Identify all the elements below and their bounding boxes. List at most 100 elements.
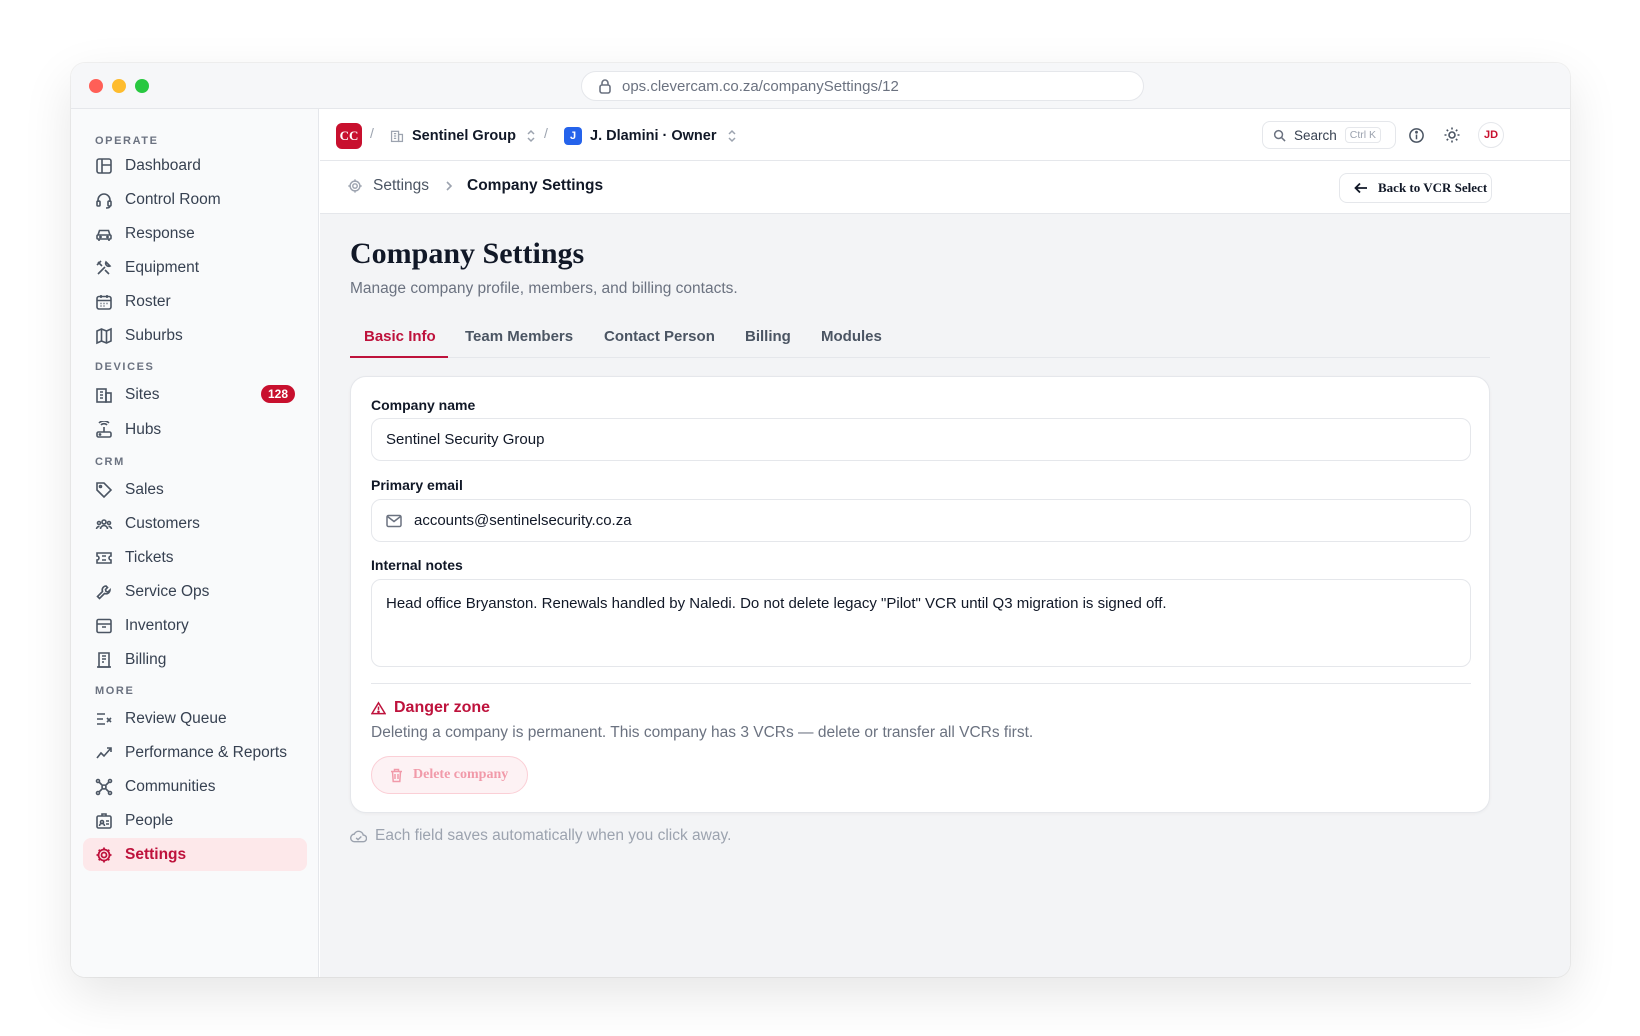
- back-button-label: Back to VCR Select: [1378, 180, 1488, 195]
- sidebar: OPERATE Dashboard Control Room Response …: [71, 109, 319, 977]
- section-label-devices: DEVICES: [95, 361, 155, 373]
- page-title: Company Settings: [350, 237, 585, 270]
- sidebar-item-response[interactable]: Response: [83, 217, 307, 250]
- browser-titlebar: ops.clevercam.co.za/companySettings/12: [71, 63, 1570, 109]
- section-label-more: MORE: [95, 685, 135, 697]
- breadcrumb: Settings Company Settings: [347, 177, 603, 195]
- sidebar-item-suburbs[interactable]: Suburbs: [83, 319, 307, 352]
- gear-icon: [348, 179, 362, 193]
- sidebar-item-dashboard[interactable]: Dashboard: [83, 149, 307, 182]
- breadcrumb-settings-link[interactable]: Settings: [373, 177, 429, 195]
- sidebar-item-label: Service Ops: [125, 582, 210, 600]
- archive-icon: [96, 618, 112, 633]
- delete-company-button[interactable]: Delete company: [371, 756, 528, 794]
- tab-team-members[interactable]: Team Members: [465, 328, 573, 345]
- search-label: Search: [1294, 127, 1337, 143]
- mail-icon: [386, 514, 402, 527]
- danger-zone-description: Deleting a company is permanent. This co…: [371, 724, 1034, 741]
- breadcrumb-separator: /: [544, 125, 548, 141]
- sidebar-item-roster[interactable]: Roster: [83, 285, 307, 318]
- sidebar-item-settings[interactable]: Settings: [83, 838, 307, 871]
- internal-notes-label: Internal notes: [371, 557, 463, 573]
- maximize-window-button[interactable]: [135, 79, 149, 93]
- chevron-right-icon: [446, 181, 453, 191]
- chevron-updown-icon: [527, 129, 535, 143]
- tab-basic-info[interactable]: Basic Info: [364, 328, 436, 345]
- gear-icon: [96, 847, 112, 862]
- sidebar-item-sites[interactable]: Sites 128: [83, 378, 307, 411]
- company-name-value: Sentinel Security Group: [386, 431, 545, 448]
- id-badge-icon: [96, 812, 112, 829]
- section-divider: [371, 683, 1471, 684]
- top-bar: CC / Sentinel Group / J J. Dlamini · Own…: [320, 109, 1570, 161]
- brand-logo[interactable]: CC: [336, 123, 362, 149]
- org-name: Sentinel Group: [412, 128, 516, 144]
- primary-email-input[interactable]: accounts@sentinelsecurity.co.za: [371, 499, 1471, 542]
- user-switcher[interactable]: J J. Dlamini · Owner: [564, 123, 737, 149]
- sidebar-item-control-room[interactable]: Control Room: [83, 183, 307, 216]
- primary-email-value: accounts@sentinelsecurity.co.za: [414, 512, 632, 529]
- sidebar-item-label: Settings: [125, 845, 187, 863]
- tab-contact-person[interactable]: Contact Person: [604, 328, 715, 345]
- danger-zone-heading: Danger zone: [371, 699, 490, 717]
- sidebar-item-label: Suburbs: [125, 326, 183, 344]
- sidebar-item-label: Dashboard: [125, 156, 201, 174]
- user-initial-badge: J: [564, 127, 582, 145]
- search-shortcut: Ctrl K: [1344, 127, 1382, 143]
- network-icon: [95, 778, 113, 795]
- minimize-window-button[interactable]: [112, 79, 126, 93]
- sidebar-item-label: Sales: [125, 480, 164, 498]
- sidebar-item-performance-reports[interactable]: Performance & Reports: [83, 736, 307, 769]
- sidebar-item-service-ops[interactable]: Service Ops: [83, 575, 307, 608]
- sidebar-item-label: Customers: [125, 514, 200, 532]
- headset-icon: [96, 192, 112, 209]
- company-name-input[interactable]: Sentinel Security Group: [371, 418, 1471, 461]
- sidebar-item-label: Performance & Reports: [125, 743, 287, 761]
- sidebar-item-label: Sites: [125, 385, 160, 403]
- sidebar-item-tickets[interactable]: Tickets: [83, 541, 307, 574]
- org-switcher[interactable]: Sentinel Group: [390, 123, 536, 149]
- sidebar-item-communities[interactable]: Communities: [83, 770, 307, 803]
- list-check-icon: [97, 712, 112, 725]
- building-icon: [96, 387, 112, 403]
- danger-zone-title: Danger zone: [394, 699, 491, 716]
- info-button[interactable]: [1406, 125, 1426, 145]
- active-tab-indicator: [350, 356, 448, 358]
- sidebar-item-label: Inventory: [125, 616, 189, 634]
- arrow-left-icon: [1354, 182, 1367, 194]
- sites-count-badge: 128: [260, 385, 295, 403]
- delete-company-label: Delete company: [413, 767, 509, 782]
- ticket-icon: [96, 551, 112, 564]
- sidebar-item-review-queue[interactable]: Review Queue: [83, 702, 307, 735]
- sun-icon: [1444, 127, 1460, 143]
- autosave-text: Each field saves automatically when you …: [375, 827, 732, 844]
- sidebar-item-billing[interactable]: Billing: [83, 643, 307, 676]
- close-window-button[interactable]: [89, 79, 103, 93]
- sidebar-item-hubs[interactable]: Hubs: [83, 413, 307, 446]
- user-avatar[interactable]: JD: [1478, 122, 1504, 148]
- search-button[interactable]: Search Ctrl K: [1262, 121, 1396, 149]
- sidebar-item-customers[interactable]: Customers: [83, 507, 307, 540]
- tab-modules[interactable]: Modules: [821, 328, 882, 345]
- sidebar-item-inventory[interactable]: Inventory: [83, 609, 307, 642]
- sidebar-item-equipment[interactable]: Equipment: [83, 251, 307, 284]
- sidebar-item-people[interactable]: People: [83, 804, 307, 837]
- tag-icon: [96, 481, 113, 498]
- page-subtitle: Manage company profile, members, and bil…: [350, 280, 738, 297]
- internal-notes-textarea[interactable]: Head office Bryanston. Renewals handled …: [371, 579, 1471, 667]
- chevron-updown-icon: [727, 129, 736, 143]
- basic-info-card: Company name Sentinel Security Group Pri…: [350, 376, 1490, 813]
- sidebar-item-label: Roster: [125, 292, 171, 310]
- tab-billing[interactable]: Billing: [745, 328, 791, 345]
- breadcrumb-separator: /: [370, 125, 374, 141]
- theme-toggle-button[interactable]: [1442, 125, 1462, 145]
- main-area: CC / Sentinel Group / J J. Dlamini · Own…: [320, 109, 1570, 977]
- address-bar[interactable]: ops.clevercam.co.za/companySettings/12: [581, 71, 1144, 101]
- sidebar-item-label: Hubs: [125, 420, 162, 438]
- user-role: J. Dlamini · Owner: [590, 128, 717, 144]
- sidebar-item-sales[interactable]: Sales: [83, 473, 307, 506]
- browser-window: ops.clevercam.co.za/companySettings/12 O…: [71, 63, 1570, 977]
- sidebar-item-label: Equipment: [125, 258, 200, 276]
- back-to-vcr-select-button[interactable]: Back to VCR Select: [1339, 173, 1492, 203]
- section-label-operate: OPERATE: [95, 135, 159, 147]
